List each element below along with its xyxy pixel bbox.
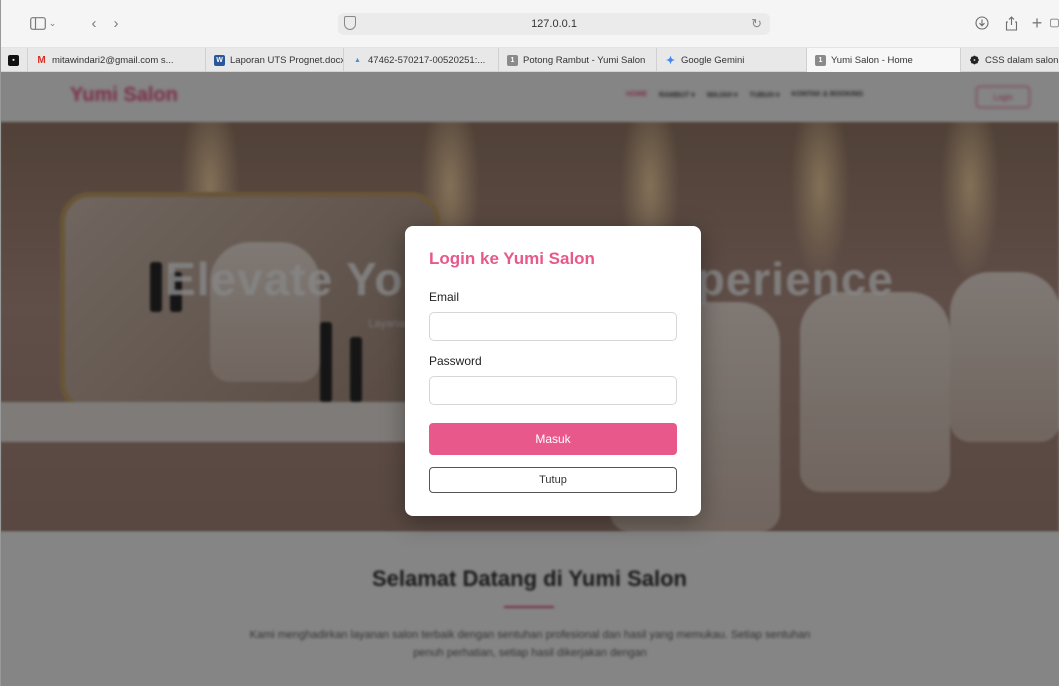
tab-potong-rambut[interactable]: 1 Potong Rambut - Yumi Salon — [499, 48, 657, 72]
submit-login-button[interactable]: Masuk — [429, 423, 677, 455]
privacy-shield-icon[interactable] — [344, 16, 356, 30]
close-modal-button[interactable]: Tutup — [429, 467, 677, 493]
back-icon[interactable]: ‹ — [86, 12, 102, 34]
password-field[interactable] — [429, 376, 677, 405]
sidebar-toggle-icon[interactable]: ⌄ — [28, 12, 58, 34]
tab-label: mitawindari2@gmail.com s... — [52, 54, 174, 66]
gemini-icon: ✦ — [665, 54, 676, 67]
tab-gmail[interactable]: M mitawindari2@gmail.com s... — [28, 48, 206, 72]
tab-label: CSS dalam salon — [985, 54, 1059, 66]
tab-overview-icon[interactable] — [1050, 12, 1059, 34]
tab-word-doc[interactable]: W Laporan UTS Prognet.docx — [206, 48, 344, 72]
word-icon: W — [214, 54, 225, 66]
tab-app[interactable]: ▪ — [0, 48, 28, 72]
page-icon: 1 — [815, 54, 826, 66]
url-text: 127.0.0.1 — [531, 18, 577, 30]
download-icon[interactable] — [973, 12, 991, 34]
tab-css-salon[interactable]: ❁ CSS dalam salon — [961, 48, 1059, 72]
window-border — [0, 0, 1, 686]
tab-label: Potong Rambut - Yumi Salon — [523, 54, 646, 66]
chatgpt-icon: ❁ — [969, 54, 980, 67]
address-bar[interactable]: 127.0.0.1 ↻ — [338, 13, 770, 35]
tab-yumi-salon-home[interactable]: 1 Yumi Salon - Home — [807, 48, 961, 72]
tab-label: Yumi Salon - Home — [831, 54, 913, 66]
tab-label: Laporan UTS Prognet.docx — [230, 54, 344, 66]
tab-google-gemini[interactable]: ✦ Google Gemini — [657, 48, 807, 72]
tab-label: 47462-570217-00520251:... — [368, 54, 486, 66]
password-label: Password — [429, 354, 482, 368]
page-icon: 1 — [507, 54, 518, 66]
share-icon[interactable] — [1002, 12, 1020, 34]
forward-icon[interactable]: › — [108, 12, 124, 34]
new-tab-icon[interactable]: + — [1028, 12, 1046, 34]
reload-icon[interactable]: ↻ — [751, 16, 762, 32]
document-icon: ▲ — [354, 56, 361, 64]
tab-bar: ▪ M mitawindari2@gmail.com s... W Lapora… — [0, 48, 1059, 72]
browser-toolbar: ⌄ ‹ › 127.0.0.1 ↻ + — [0, 0, 1059, 48]
tab-label: Google Gemini — [681, 54, 745, 66]
tab-document[interactable]: ▲ 47462-570217-00520251:... — [344, 48, 499, 72]
email-label: Email — [429, 290, 460, 304]
modal-title: Login ke Yumi Salon — [429, 249, 595, 268]
email-field[interactable] — [429, 312, 677, 341]
login-modal: Login ke Yumi Salon Email Password Masuk… — [405, 226, 701, 516]
gmail-icon: M — [37, 54, 46, 66]
app-icon: ▪ — [8, 54, 19, 66]
